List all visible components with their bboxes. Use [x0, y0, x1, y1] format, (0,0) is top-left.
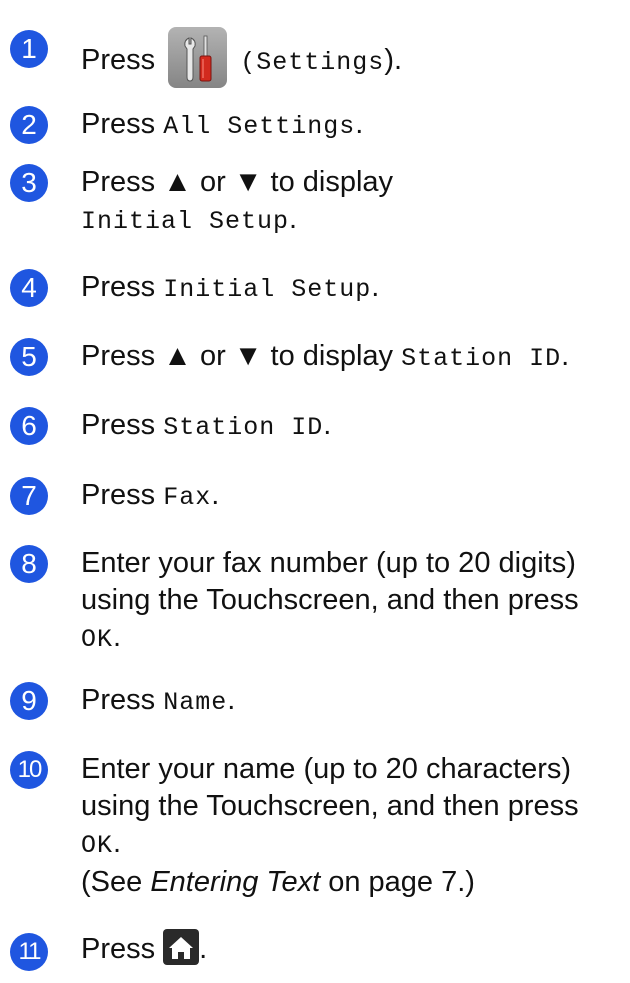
step-8: 8 Enter your fax number (up to 20 digits… — [0, 541, 630, 661]
step-text: Press . — [81, 929, 620, 968]
menu-option-name: Name — [163, 688, 228, 717]
menu-option-all-settings: All Settings — [163, 112, 356, 141]
step-11: 11 Press . — [0, 925, 630, 980]
menu-option-station-id: Station ID — [163, 413, 324, 442]
reference-link[interactable]: Entering Text — [150, 866, 320, 898]
step-text: Press (Settings). — [81, 27, 620, 93]
step-4: 4 Press Initial Setup. — [0, 265, 630, 315]
menu-option-station-id: Station ID — [401, 344, 562, 373]
step-number: 10 — [10, 751, 48, 789]
menu-option-fax: Fax — [163, 483, 212, 512]
step-text: Enter your fax number (up to 20 digits) … — [81, 547, 579, 654]
step-text-press: Press — [81, 44, 156, 77]
step-number: 8 — [10, 545, 48, 583]
settings-label: (Settings — [240, 48, 385, 78]
step-number: 9 — [10, 682, 48, 720]
step-text: Enter your name (up to 20 characters) us… — [81, 751, 620, 901]
step-text: Press All Settings. — [81, 108, 364, 141]
step-9: 9 Press Name. — [0, 678, 630, 728]
step-number: 1 — [10, 30, 48, 68]
step-text: Press Name. — [81, 684, 236, 717]
step-text-close: ). — [384, 44, 403, 77]
step-text: Press Initial Setup. — [81, 271, 380, 304]
button-ok-label: OK — [81, 831, 114, 860]
step-10: 10 Enter your name (up to 20 characters)… — [0, 747, 630, 907]
step-1: 1 Press (Settings). — [0, 16, 630, 88]
step-7: 7 Press Fax. — [0, 473, 630, 523]
step-2: 2 Press All Settings. — [0, 102, 630, 152]
step-number: 6 — [10, 407, 48, 445]
step-6: 6 Press Station ID. — [0, 403, 630, 453]
step-number: 2 — [10, 106, 48, 144]
step-text: Press Station ID. — [81, 409, 332, 442]
step-5: 5 Press ▲ or ▼ to display Station ID. — [0, 334, 630, 384]
cross-reference: (See Entering Text on page 7.) — [81, 866, 475, 898]
step-number: 5 — [10, 338, 48, 376]
step-text-line1: Press ▲ or ▼ to display — [81, 166, 394, 198]
home-icon — [163, 929, 200, 966]
menu-option-initial-setup: Initial Setup — [81, 207, 290, 236]
step-3: 3 Press ▲ or ▼ to display Initial Setup. — [0, 160, 630, 250]
step-text: Press ▲ or ▼ to display Station ID. — [81, 340, 570, 373]
step-number: 3 — [10, 164, 48, 202]
settings-icon — [168, 27, 228, 88]
step-text: Press Fax. — [81, 479, 220, 512]
step-number: 11 — [10, 933, 48, 971]
step-text: Press ▲ or ▼ to display Initial Setup. — [81, 164, 620, 240]
step-number: 7 — [10, 477, 48, 515]
button-ok-label: OK — [81, 625, 114, 654]
menu-option-initial-setup: Initial Setup — [163, 275, 372, 304]
step-number: 4 — [10, 269, 48, 307]
